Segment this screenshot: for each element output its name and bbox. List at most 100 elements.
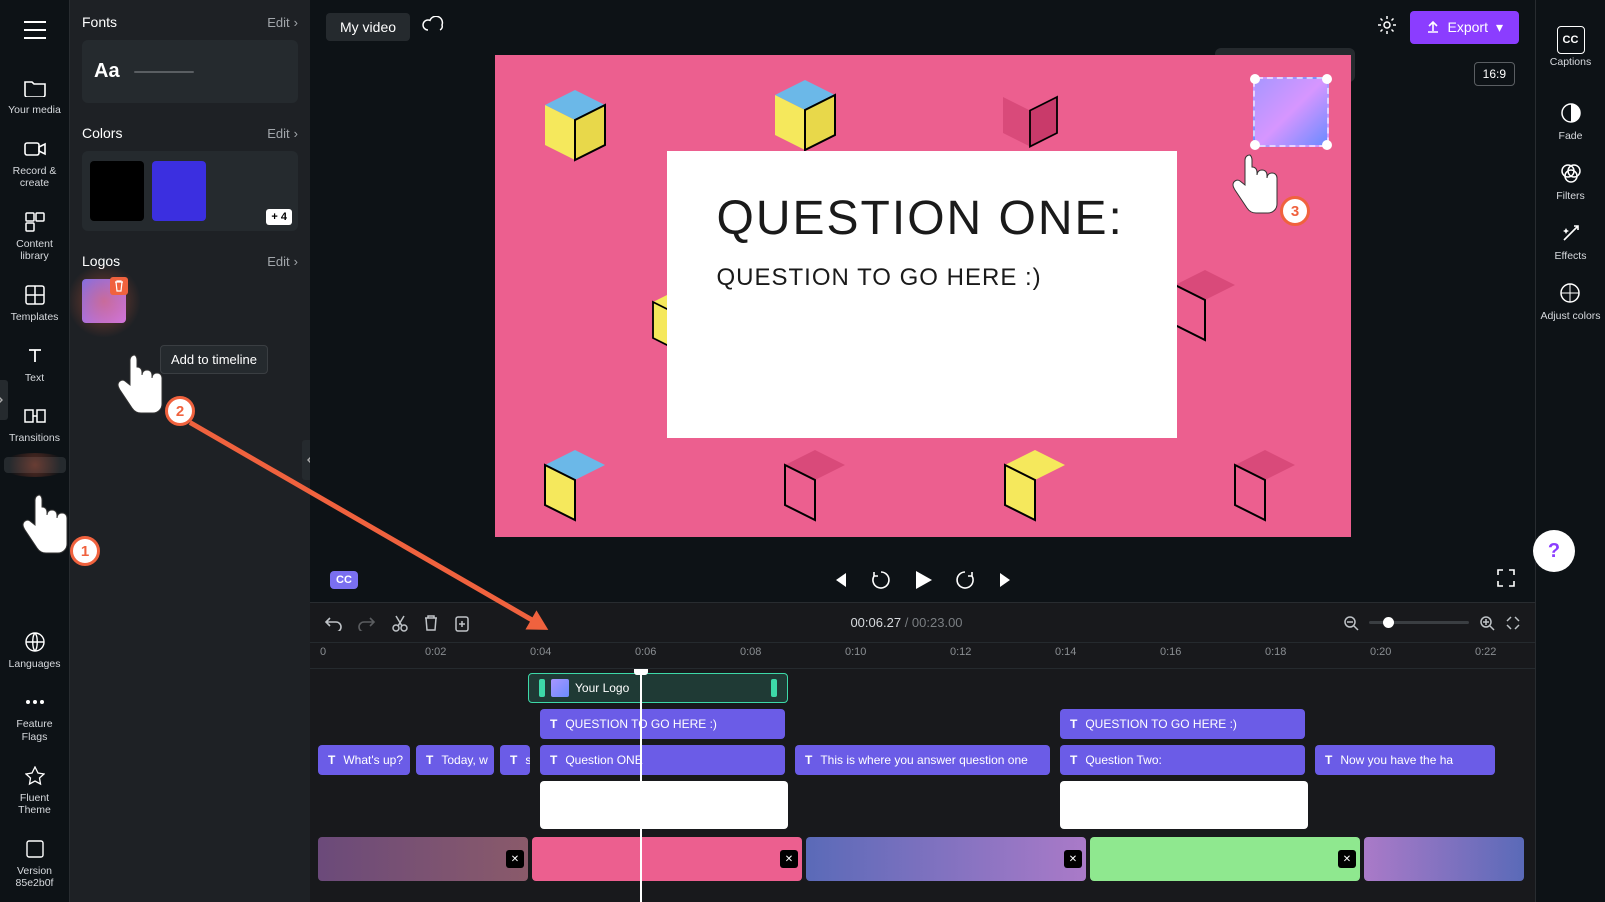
color-swatch[interactable] [152, 161, 206, 221]
tutorial-pointer-3: 3 [1230, 150, 1285, 220]
text-clip[interactable]: TQUESTION TO GO HERE :) [1060, 709, 1305, 739]
globe-icon [23, 630, 47, 654]
timeline-ruler[interactable]: 0 0:02 0:04 0:06 0:08 0:10 0:12 0:14 0:1… [310, 643, 1535, 669]
clip-label: QUESTION TO GO HERE :) [1085, 717, 1237, 731]
split-icon[interactable] [392, 614, 408, 632]
logo-on-canvas[interactable] [1253, 77, 1329, 147]
tick: 0:22 [1475, 646, 1496, 658]
logos-edit-link[interactable]: Edit› [267, 254, 298, 269]
canvas-subtitle: QUESTION TO GO HERE :) [717, 264, 1127, 292]
zoom-fit-icon[interactable] [1505, 615, 1521, 631]
cube-decoration [1215, 435, 1315, 535]
undo-icon[interactable] [324, 615, 342, 631]
video-clip[interactable]: ✕ [318, 837, 528, 881]
adjust-colors-tool[interactable]: Adjust colors [1540, 280, 1600, 322]
video-canvas[interactable]: QUESTION ONE: QUESTION TO GO HERE :) [495, 55, 1351, 537]
camera-icon [23, 137, 47, 161]
version-icon [23, 837, 47, 861]
skip-back-icon[interactable] [831, 571, 849, 589]
clip-label: Today, w [441, 753, 487, 767]
timeline-toolbar: 00:06.27 / 00:23.00 [310, 603, 1535, 643]
clip-close-icon[interactable]: ✕ [1338, 850, 1356, 868]
cc-toggle[interactable]: CC [330, 571, 358, 589]
filters-tool[interactable]: Filters [1556, 160, 1585, 202]
zoom-out-icon[interactable] [1343, 615, 1359, 631]
text-clip[interactable]: TQuestion Two: [1060, 745, 1305, 775]
rail-version[interactable]: Version 85e2b0f [4, 829, 66, 898]
skip-forward-icon[interactable] [997, 571, 1015, 589]
add-clip-icon[interactable] [454, 614, 470, 632]
video-clip[interactable]: ✕ [1090, 837, 1360, 881]
tutorial-pointer-1: 1 [20, 490, 75, 560]
effects-tool[interactable]: Effects [1555, 220, 1587, 262]
video-clip[interactable]: ✕ [532, 837, 802, 881]
text-clip[interactable]: TToday, w [416, 745, 494, 775]
captions-icon[interactable]: CC [1557, 26, 1585, 54]
rail-feature-flags[interactable]: Feature Flags [4, 682, 66, 751]
zoom-slider[interactable] [1369, 621, 1469, 624]
text-clip[interactable]: TNow you have the ha [1315, 745, 1495, 775]
rail-languages[interactable]: Languages [4, 622, 66, 679]
colors-more-badge[interactable]: + 4 [266, 209, 292, 225]
timeline-tracks[interactable]: Your Logo TQUESTION TO GO HERE :) TQUEST… [310, 669, 1535, 902]
fade-tool[interactable]: Fade [1558, 100, 1584, 142]
colors-card[interactable]: + 4 [82, 151, 298, 231]
canvas-text-card[interactable]: QUESTION ONE: QUESTION TO GO HERE :) [667, 151, 1177, 438]
rail-transitions[interactable]: Transitions [4, 396, 66, 453]
clip-close-icon[interactable]: ✕ [1064, 850, 1082, 868]
help-button[interactable]: ? [1533, 530, 1575, 572]
tick: 0:12 [950, 646, 971, 658]
fonts-card[interactable]: Aa [82, 40, 298, 103]
rail-brand-kit[interactable] [4, 457, 66, 473]
left-rail: Your media Record & create Content libra… [0, 0, 70, 902]
text-clip[interactable]: TThis is where you answer question one [795, 745, 1050, 775]
colors-edit-link[interactable]: Edit› [267, 126, 298, 141]
collapse-proprail-handle[interactable] [0, 380, 8, 420]
cloud-sync-icon[interactable] [422, 16, 444, 39]
rail-your-media[interactable]: Your media [4, 68, 66, 125]
text-clip[interactable]: TWhat's up? [318, 745, 410, 775]
rail-content-library[interactable]: Content library [4, 202, 66, 271]
rail-text[interactable]: Text [4, 336, 66, 393]
text-clip[interactable]: TQuestion ONE [540, 745, 785, 775]
aspect-ratio-badge[interactable]: 16:9 [1474, 62, 1515, 86]
project-title[interactable]: My video [326, 13, 410, 41]
rail-templates[interactable]: Templates [4, 275, 66, 332]
proprail-label: Fade [1559, 130, 1583, 142]
chevron-right-icon: › [294, 15, 298, 30]
redo-icon[interactable] [358, 615, 376, 631]
trash-icon[interactable] [110, 277, 128, 295]
clip-close-icon[interactable]: ✕ [780, 850, 798, 868]
hamburger-menu[interactable] [15, 10, 55, 50]
video-clip[interactable] [1364, 837, 1524, 881]
rail-record-create[interactable]: Record & create [4, 129, 66, 198]
logo-thumb[interactable] [82, 279, 126, 323]
rail-fluent-theme[interactable]: Fluent Theme [4, 756, 66, 825]
tick: 0 [320, 646, 326, 658]
export-button[interactable]: Export ▾ [1410, 11, 1520, 44]
logo-clip[interactable]: Your Logo [528, 673, 788, 703]
clip-label: Now you have the ha [1340, 753, 1453, 767]
canvas-area: 16:9 QUESTION ONE: QUESTION TO GO HERE :… [310, 54, 1535, 558]
image-clip[interactable] [1060, 781, 1308, 829]
fonts-title: Fonts [82, 14, 117, 30]
rewind-icon[interactable] [871, 570, 891, 590]
video-clip[interactable]: ✕ [806, 837, 1086, 881]
clip-close-icon[interactable]: ✕ [506, 850, 524, 868]
timeline-zoom [1343, 615, 1521, 631]
collapse-panel-handle[interactable] [302, 440, 310, 480]
image-clip[interactable] [540, 781, 788, 829]
forward-icon[interactable] [955, 570, 975, 590]
trash-icon[interactable] [424, 615, 438, 631]
settings-icon[interactable] [1376, 14, 1398, 41]
fonts-edit-link[interactable]: Edit› [267, 15, 298, 30]
topbar: My video Export ▾ [310, 0, 1535, 54]
text-clip[interactable]: TQUESTION TO GO HERE :) [540, 709, 785, 739]
playhead[interactable] [640, 669, 642, 902]
play-icon[interactable] [913, 569, 933, 591]
fullscreen-icon[interactable] [1497, 569, 1515, 592]
colors-title: Colors [82, 125, 122, 141]
color-swatch[interactable] [90, 161, 144, 221]
zoom-in-icon[interactable] [1479, 615, 1495, 631]
text-clip[interactable]: Ts [500, 745, 530, 775]
